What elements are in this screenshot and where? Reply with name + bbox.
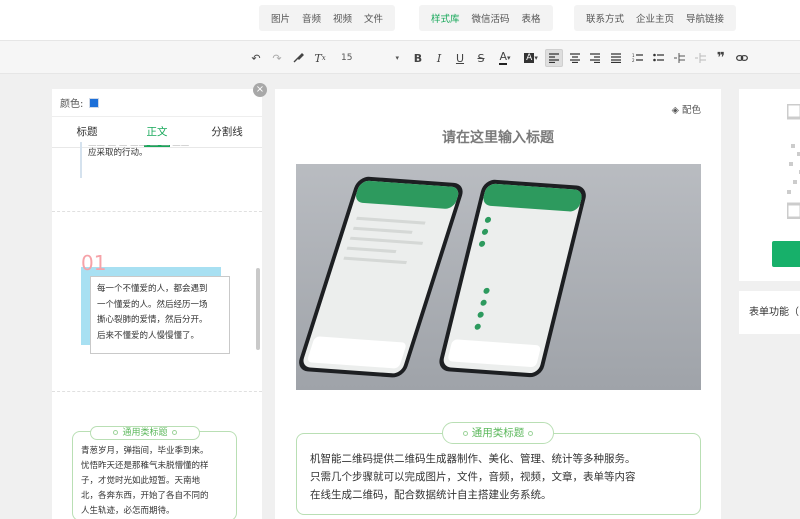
dot-icon (171, 430, 177, 435)
template-separator (52, 391, 262, 392)
phone-mockup-image (296, 164, 701, 390)
document-title[interactable]: 请在这里输入标题 (275, 127, 721, 147)
align-center-icon[interactable] (568, 49, 582, 67)
tab-table[interactable]: 表格 (522, 11, 541, 25)
tab-image[interactable]: 图片 (271, 11, 290, 25)
dot-icon (462, 430, 468, 436)
content-line: 只需几个步骤就可以完成图片，文件，音频，视频，文章，表单等内容 (310, 471, 636, 483)
tab-style-library[interactable]: 样式库 (431, 11, 460, 25)
template-2-line: 一个懂爱的人。然后经历一场 (97, 299, 208, 310)
template-text-3[interactable]: 青葱岁月，弹指间，毕业季到来。 忧悟昨天还是那稚气未脱懵懂的样 子，才觉时光如此… (72, 431, 237, 519)
panel-scrollbar[interactable] (256, 268, 260, 350)
content-text-box[interactable]: 机智能二维码提供二维码生成器制作、美化、管理、统计等多种服务。 只需几个步骤就可… (296, 433, 701, 515)
align-right-icon[interactable] (588, 49, 602, 67)
clear-format-icon[interactable]: Tx (313, 49, 327, 67)
style-library-panel: 颜色: 标题 正文 分割线 —— — — —— — — —— 应采取的行动。 0… (52, 89, 262, 519)
color-scheme-label: 配色 (681, 105, 701, 116)
color-scheme-button[interactable]: ◈ 配色 (672, 102, 701, 116)
bold-icon[interactable]: B (411, 49, 425, 67)
template-3-line: 人生轨迹，必怎而期待。 (81, 506, 175, 516)
font-color-icon[interactable]: A ▾ (494, 49, 516, 67)
template-3-line: 子，才觉时光如此短暂。天南地 (81, 476, 201, 486)
tab-audio[interactable]: 音频 (302, 11, 321, 25)
template-separator (52, 211, 262, 212)
tab-company-home[interactable]: 企业主页 (636, 11, 674, 25)
content-box-title[interactable]: 通用类标题 (442, 422, 554, 444)
template-2-number: 01 (81, 251, 107, 275)
tab-file[interactable]: 文件 (364, 11, 383, 25)
editor-canvas[interactable]: ◈ 配色 请在这里输入标题 机智能二维码提供二维码生成器制作、美化、管理、统计等… (275, 89, 721, 519)
quote-icon[interactable]: ❞ (714, 49, 728, 67)
tab-wechat-code[interactable]: 微信活码 (472, 11, 510, 25)
strikethrough-icon[interactable]: S (474, 49, 488, 67)
template-1-text: 应采取的行动。 (88, 148, 148, 158)
contact-tab-group: 联系方式 企业主页 导航链接 (574, 5, 737, 31)
link-icon[interactable] (735, 49, 749, 67)
paint-bucket-icon: ◈ (671, 105, 679, 116)
align-left-icon[interactable] (545, 49, 563, 67)
unordered-list-icon[interactable] (651, 49, 665, 67)
top-tab-bar: 图片 音频 视频 文件 样式库 微信活码 表格 联系方式 企业主页 导航链接 (0, 0, 800, 40)
format-painter-icon[interactable] (291, 49, 305, 67)
redo-icon[interactable]: ↷ (270, 49, 284, 67)
ordered-list-icon[interactable]: 12 (630, 49, 644, 67)
form-function-row[interactable]: 表单功能（ (739, 291, 800, 334)
format-toolbar: ↶ ↷ Tx 15 ▾ B I U S A ▾ A ▾ 12 ❞ (0, 40, 800, 74)
background-color-icon[interactable]: A ▾ (520, 49, 542, 67)
media-tab-group: 图片 音频 视频 文件 (259, 5, 396, 31)
justify-icon[interactable] (609, 49, 623, 67)
template-3-line: 北，各奔东西，开始了各自不同的 (81, 491, 209, 501)
color-swatch[interactable] (89, 97, 100, 108)
undo-icon[interactable]: ↶ (249, 49, 263, 67)
style-tab-group: 样式库 微信活码 表格 (419, 5, 553, 31)
dot-icon (113, 430, 119, 435)
dot-icon (528, 430, 534, 436)
template-2-line: 后来不懂爱的人慢慢懂了。 (97, 330, 200, 341)
template-2-line: 撕心裂肺的爱情，然后分开。 (97, 315, 208, 325)
template-3-line: 青葱岁月，弹指间，毕业季到来。 (81, 446, 209, 456)
tab-contact[interactable]: 联系方式 (586, 11, 624, 25)
qr-code-icon (787, 104, 800, 219)
font-size-value: 15 (341, 53, 353, 63)
template-3-line: 忧悟昨天还是那稚气未脱懵懂的样 (81, 461, 209, 471)
outdent-icon[interactable] (693, 49, 707, 67)
color-row: 颜色: (52, 89, 262, 117)
template-3-title: 通用类标题 (90, 426, 200, 440)
underline-icon[interactable]: U (453, 49, 467, 67)
template-text-2[interactable]: 每一个不懂爱的人，都会遇到 一个懂爱的人。然后经历一场 撕心裂肺的爱情，然后分开… (90, 276, 230, 354)
template-3-title-text: 通用类标题 (122, 428, 168, 438)
tab-video[interactable]: 视频 (333, 11, 352, 25)
chevron-down-icon: ▾ (395, 54, 399, 62)
content-box-title-text: 通用类标题 (471, 427, 525, 439)
content-line: 机智能二维码提供二维码生成器制作、美化、管理、统计等多种服务。 (310, 453, 636, 465)
close-panel-button[interactable]: × (253, 83, 267, 97)
template-text-1[interactable]: —— — — —— — — —— 应采取的行动。 (80, 142, 230, 178)
font-size-select[interactable]: 15 ▾ (337, 49, 403, 67)
indent-icon[interactable] (672, 49, 686, 67)
tab-nav-link[interactable]: 导航链接 (686, 11, 724, 25)
template-2-line: 每一个不懂爱的人，都会遇到 (97, 284, 208, 294)
generate-qr-button[interactable] (772, 241, 800, 267)
color-label: 颜色: (60, 99, 84, 110)
content-line: 在线生成二维码，配合数据统计自主搭建业务系统。 (310, 489, 552, 501)
svg-text:2: 2 (632, 58, 635, 63)
italic-icon[interactable]: I (432, 49, 446, 67)
qr-preview-panel (739, 89, 800, 281)
